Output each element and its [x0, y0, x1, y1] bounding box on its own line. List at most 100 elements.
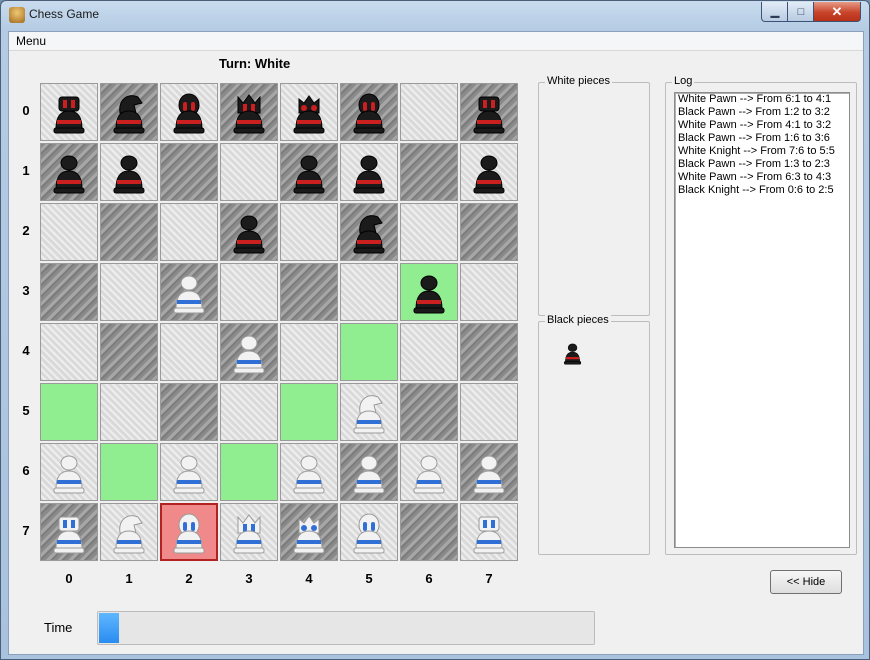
black-rook-icon[interactable] [468, 89, 510, 135]
app-icon [9, 7, 25, 23]
board-square[interactable] [160, 383, 218, 441]
board-square[interactable] [160, 323, 218, 381]
maximize-icon: □ [797, 5, 805, 18]
board-square[interactable] [400, 503, 458, 561]
white-queen-icon[interactable] [228, 509, 270, 555]
column-label: 0 [65, 571, 73, 586]
maximize-button[interactable]: □ [787, 2, 815, 22]
column-label: 6 [425, 571, 433, 586]
board-square[interactable] [340, 323, 398, 381]
white-pawn-icon[interactable] [348, 449, 390, 495]
board-square[interactable] [280, 263, 338, 321]
black-king-icon[interactable] [288, 89, 330, 135]
row-label: 1 [22, 163, 30, 178]
row-label: 5 [22, 403, 30, 418]
board-square[interactable] [280, 203, 338, 261]
log-entry: Black Pawn --> From 1:6 to 3:6 [678, 132, 830, 144]
black-pieces-panel: Black pieces [538, 314, 650, 555]
board-square[interactable] [100, 203, 158, 261]
white-bishop-icon[interactable] [348, 509, 390, 555]
black-pawn-icon[interactable] [228, 209, 270, 255]
white-pieces-panel: White pieces [538, 75, 650, 316]
black-bishop-icon[interactable] [168, 89, 210, 135]
close-icon: ✕ [831, 3, 843, 19]
board-square[interactable] [400, 143, 458, 201]
board-square[interactable] [340, 263, 398, 321]
black-pawn-icon[interactable] [468, 149, 510, 195]
log-list[interactable]: White Pawn --> From 6:1 to 4:1 Black Pawn… [674, 92, 850, 548]
black-bishop-icon[interactable] [348, 89, 390, 135]
black-pawn-icon[interactable] [408, 269, 450, 315]
board-square[interactable] [40, 383, 98, 441]
white-pieces-label: White pieces [545, 75, 612, 87]
board-square[interactable] [40, 263, 98, 321]
white-pawn-icon[interactable] [168, 269, 210, 315]
black-pieces-label: Black pieces [545, 314, 611, 326]
board-square[interactable] [100, 443, 158, 501]
board-square[interactable] [100, 383, 158, 441]
hide-button[interactable]: << Hide [770, 570, 842, 594]
black-queen-icon[interactable] [228, 89, 270, 135]
black-knight-icon[interactable] [348, 209, 390, 255]
white-rook-icon[interactable] [468, 509, 510, 555]
window-title: Chess Game [29, 7, 100, 21]
title-bar[interactable]: Chess Game ▁ □ ✕ [1, 1, 869, 29]
board-square[interactable] [100, 323, 158, 381]
white-pawn-icon[interactable] [228, 329, 270, 375]
white-bishop-icon[interactable] [168, 509, 210, 555]
white-knight-icon[interactable] [348, 389, 390, 435]
board-square[interactable] [220, 263, 278, 321]
turn-indicator: Turn: White [219, 56, 291, 71]
white-rook-icon[interactable] [48, 509, 90, 555]
board-square[interactable] [280, 323, 338, 381]
board-square[interactable] [460, 383, 518, 441]
log-entry: Black Pawn --> From 1:3 to 2:3 [678, 158, 830, 170]
black-pawn-icon[interactable] [288, 149, 330, 195]
board-square[interactable] [160, 143, 218, 201]
board-square[interactable] [280, 383, 338, 441]
chess-board[interactable] [40, 83, 520, 563]
board-square[interactable] [100, 263, 158, 321]
menu-item-menu[interactable]: Menu [16, 34, 46, 48]
board-square[interactable] [460, 203, 518, 261]
board-square[interactable] [400, 383, 458, 441]
close-button[interactable]: ✕ [813, 2, 861, 22]
column-label: 4 [305, 571, 313, 586]
log-entry: White Pawn --> From 4:1 to 3:2 [678, 119, 832, 131]
board-square[interactable] [400, 83, 458, 141]
board-square[interactable] [460, 263, 518, 321]
white-knight-icon[interactable] [108, 509, 150, 555]
black-pawn-icon[interactable] [48, 149, 90, 195]
row-label: 4 [22, 343, 30, 358]
log-entry: White Pawn --> From 6:1 to 4:1 [678, 93, 832, 105]
white-pawn-icon[interactable] [288, 449, 330, 495]
board-square[interactable] [460, 323, 518, 381]
log-entry: Black Knight --> From 0:6 to 2:5 [678, 184, 834, 196]
time-label: Time [44, 620, 73, 635]
minimize-icon: ▁ [770, 6, 780, 18]
white-pawn-icon[interactable] [408, 449, 450, 495]
board-square[interactable] [400, 323, 458, 381]
minimize-button[interactable]: ▁ [761, 2, 789, 22]
board-square[interactable] [40, 203, 98, 261]
white-pawn-icon[interactable] [168, 449, 210, 495]
white-pawn-icon[interactable] [468, 449, 510, 495]
board-square[interactable] [160, 203, 218, 261]
column-label: 3 [245, 571, 253, 586]
black-rook-icon[interactable] [48, 89, 90, 135]
column-label: 2 [185, 571, 193, 586]
board-square[interactable] [220, 143, 278, 201]
row-label: 3 [22, 283, 30, 298]
board-square[interactable] [40, 323, 98, 381]
board-square[interactable] [220, 383, 278, 441]
client-area: Menu Turn: White 0 1 2 3 4 5 6 7 0 1 2 3 4 5 6 … [8, 31, 864, 655]
black-pawn-icon[interactable] [108, 149, 150, 195]
black-pawn-icon[interactable] [348, 149, 390, 195]
board-square[interactable] [400, 203, 458, 261]
white-king-icon[interactable] [288, 509, 330, 555]
row-label: 7 [22, 523, 30, 538]
board-square[interactable] [220, 443, 278, 501]
white-pawn-icon[interactable] [48, 449, 90, 495]
column-label: 5 [365, 571, 373, 586]
black-knight-icon[interactable] [108, 89, 150, 135]
